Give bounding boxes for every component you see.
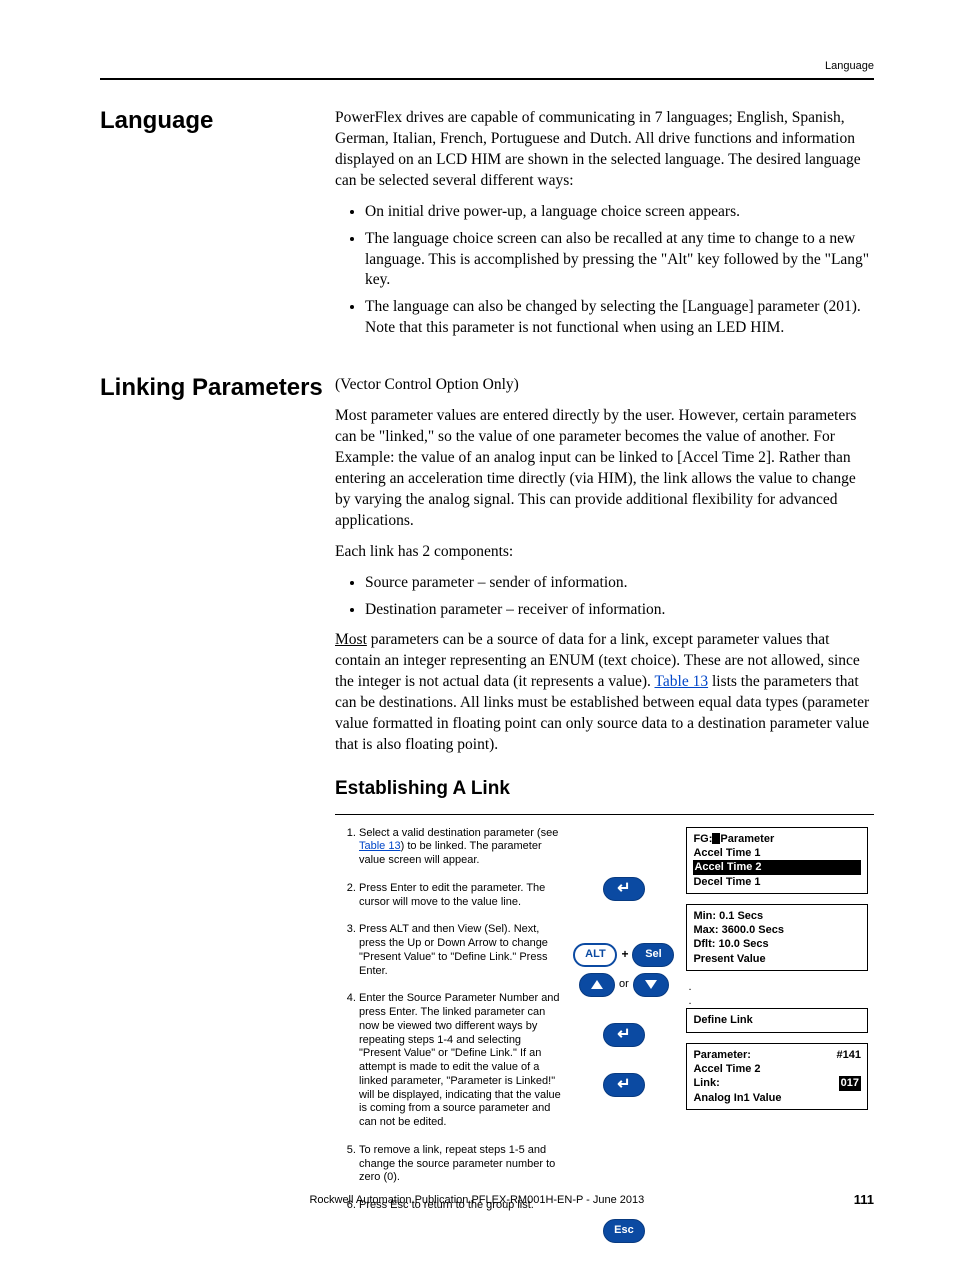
him2-min: Min: 0.1 Secs <box>693 909 861 923</box>
step-1-link[interactable]: Table 13 <box>359 840 401 852</box>
linking-p3-most: Most <box>335 631 367 648</box>
sel-key-icon: Sel <box>632 943 674 967</box>
enter-key-icon: ↵ <box>603 1073 645 1097</box>
heading-linking: Linking Parameters <box>100 375 325 401</box>
or-label: or <box>619 978 629 992</box>
step-5: To remove a link, repeat steps 1-5 and c… <box>359 1144 561 1185</box>
esc-key-icon: Esc <box>603 1219 645 1243</box>
step-1-a: Select a valid destination parameter (se… <box>359 827 558 839</box>
step-1: Select a valid destination parameter (se… <box>359 827 561 868</box>
plus-icon: + <box>621 947 628 962</box>
language-bullet: On initial drive power-up, a language ch… <box>365 202 874 223</box>
step-2: Press Enter to edit the parameter. The c… <box>359 882 561 910</box>
him-screen-param-link: Parameter: #141 Accel Time 2 Link: 017 A… <box>686 1043 868 1110</box>
running-header: Language <box>100 60 874 72</box>
heading-language: Language <box>100 108 325 134</box>
him-screen-define-link: Define Link <box>686 1008 868 1032</box>
him1-title-a: FG: <box>693 833 712 845</box>
linking-p1: Most parameter values are entered direct… <box>335 406 874 532</box>
alt-key-icon: ALT <box>573 943 617 967</box>
him-screen-limits: Min: 0.1 Secs Max: 3600.0 Secs Dflt: 10.… <box>686 904 868 971</box>
linking-bullets: Source parameter – sender of information… <box>335 573 874 621</box>
section-linking: Linking Parameters (Vector Control Optio… <box>100 375 874 1260</box>
up-arrow-key-icon <box>579 973 615 997</box>
continuation-dots: . <box>686 981 868 995</box>
him1-l3: Decel Time 1 <box>693 875 861 889</box>
enter-key-icon: ↵ <box>603 1023 645 1047</box>
linking-bullet: Source parameter – sender of information… <box>365 573 874 594</box>
subhead-establishing: Establishing A Link <box>335 776 874 802</box>
him2-dflt: Dflt: 10.0 Secs <box>693 937 861 951</box>
linking-p2: Each link has 2 components: <box>335 542 874 563</box>
linking-bullet: Destination parameter – receiver of info… <box>365 600 874 621</box>
continuation-dots: . <box>686 995 868 1009</box>
language-bullet: The language choice screen can also be r… <box>365 229 874 292</box>
him3-label: Define Link <box>693 1013 861 1027</box>
him1-l1: Accel Time 1 <box>693 846 861 860</box>
language-bullets: On initial drive power-up, a language ch… <box>335 202 874 340</box>
section-language: Language PowerFlex drives are capable of… <box>100 108 874 349</box>
step-4: Enter the Source Parameter Number and pr… <box>359 992 561 1130</box>
page-number: 111 <box>854 1192 874 1207</box>
enter-key-icon: ↵ <box>603 877 645 901</box>
language-intro: PowerFlex drives are capable of communic… <box>335 108 874 192</box>
him4-l3a: Link: <box>693 1076 719 1090</box>
him4-l4: Analog In1 Value <box>693 1091 861 1105</box>
him4-l1a: Parameter: <box>693 1048 750 1062</box>
step-3: Press ALT and then View (Sel). Next, pre… <box>359 923 561 978</box>
page-footer: Rockwell Automation Publication PFLEX-RM… <box>100 1192 874 1207</box>
table-link[interactable]: Table 13 <box>655 673 709 690</box>
him4-link-value: 017 <box>839 1076 861 1090</box>
down-arrow-key-icon <box>633 973 669 997</box>
top-rule <box>100 78 874 80</box>
footer-text: Rockwell Automation Publication PFLEX-RM… <box>309 1194 644 1206</box>
him4-l2: Accel Time 2 <box>693 1062 861 1076</box>
linking-note: (Vector Control Option Only) <box>335 375 874 396</box>
him1-selected: Accel Time 2 <box>693 860 861 874</box>
him4-l1b: #141 <box>837 1048 861 1062</box>
language-bullet: The language can also be changed by sele… <box>365 297 874 339</box>
linking-p3: Most parameters can be a source of data … <box>335 630 874 756</box>
him2-pv: Present Value <box>693 952 861 966</box>
him2-max: Max: 3600.0 Secs <box>693 923 861 937</box>
him1-title-b: Parameter <box>720 833 774 845</box>
him-screen-group: FG: Parameter Accel Time 1 Accel Time 2 D… <box>686 827 868 894</box>
